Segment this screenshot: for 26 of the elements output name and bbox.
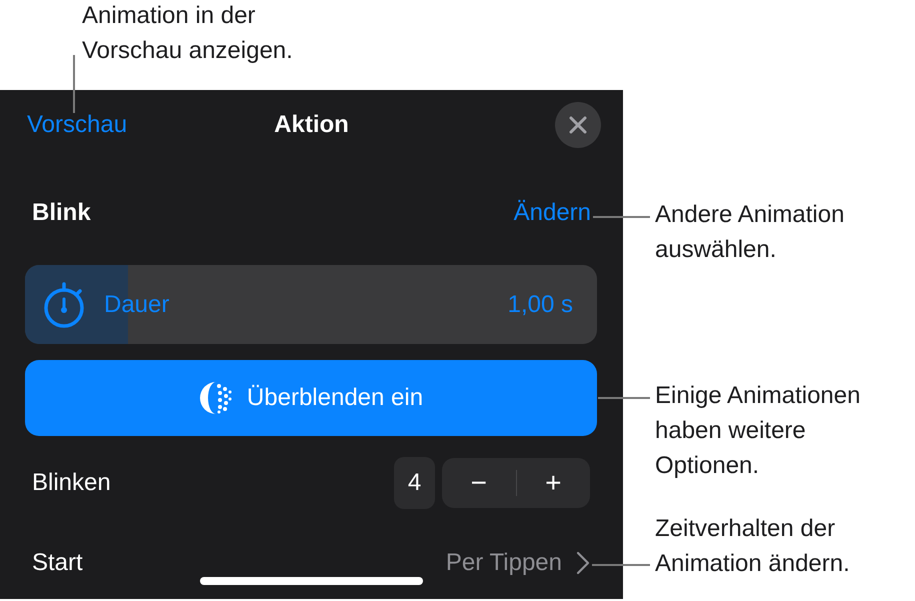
change-link[interactable]: Ändern [514, 198, 591, 226]
duration-slider[interactable]: Dauer 1,00 s [25, 265, 597, 344]
blinks-label: Blinken [32, 469, 111, 497]
decrement-button[interactable]: − [442, 458, 516, 508]
leader-line [593, 216, 650, 218]
duration-label: Dauer [104, 290, 170, 318]
blink-count: 4 [394, 457, 435, 509]
leader-line [73, 55, 75, 113]
increment-button[interactable]: + [516, 458, 590, 508]
callout-text: Andere Animation auswählen. [655, 200, 844, 265]
panel-title: Aktion [274, 111, 349, 139]
dissolve-icon [198, 381, 233, 415]
preview-link[interactable]: Vorschau [27, 111, 128, 139]
close-icon [569, 116, 587, 134]
callout-text: Animation in der Vorschau anzeigen. [82, 1, 293, 66]
start-label: Start [32, 548, 83, 576]
callout-text: Einige Animationen haben weitere Optionen. [655, 381, 860, 481]
leader-line [598, 397, 650, 399]
animation-name: Blink [32, 198, 91, 226]
callout-text: Zeitverhalten der Animation ändern. [655, 514, 850, 579]
effect-button[interactable]: Überblenden ein [25, 360, 597, 436]
leader-line [592, 564, 650, 566]
start-value[interactable]: Per Tippen [446, 548, 562, 576]
duration-value: 1,00 s [508, 290, 573, 318]
close-button[interactable] [555, 102, 601, 148]
chevron-icon [576, 550, 590, 574]
